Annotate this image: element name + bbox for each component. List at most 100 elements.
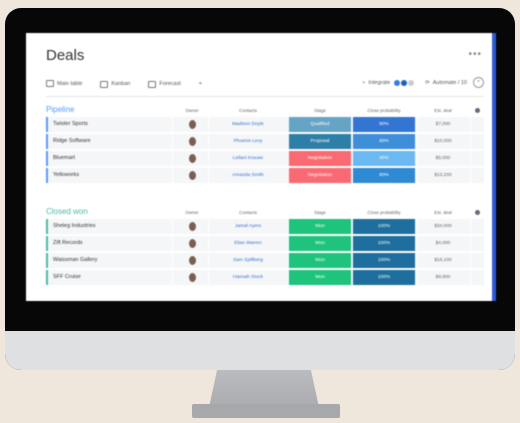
owner-avatar[interactable] [172, 117, 212, 132]
group-color-bar [46, 134, 48, 149]
table-row[interactable]: Twister Sports Madison Doyle Qualified 80% $… [46, 117, 484, 132]
column-header[interactable]: Est. deal [417, 108, 469, 113]
column-header[interactable]: Contacts [208, 108, 288, 113]
group-color-bar [46, 270, 48, 285]
cell-divider [417, 236, 418, 251]
add-column-icon[interactable] [470, 210, 484, 216]
cell-divider [417, 168, 418, 183]
close-probability[interactable]: 40% [353, 151, 415, 166]
contact-link[interactable]: Amanda Smith [208, 168, 288, 183]
stage-status[interactable]: Negotiation [289, 168, 351, 183]
close-probability[interactable]: 100% [353, 219, 415, 234]
contact-link[interactable]: Phoenix Levy [208, 134, 288, 149]
est-deal-value[interactable]: $18,100 [417, 253, 469, 268]
owner-avatar[interactable] [172, 134, 212, 149]
stage-status[interactable]: Negotiation [289, 151, 351, 166]
tab-forecast[interactable]: Forecast [148, 80, 181, 88]
owner-avatar[interactable] [172, 151, 212, 166]
contact-link[interactable]: Madison Doyle [208, 117, 288, 132]
close-probability[interactable]: 100% [353, 253, 415, 268]
contact-link[interactable]: Sam Spillberg [208, 253, 288, 268]
column-header[interactable]: Est. deal [417, 210, 469, 215]
stage-status[interactable]: Proposal [289, 134, 351, 149]
table-row[interactable]: Sheleg Industries Jamal Ayers Won 100% $34,0… [46, 219, 484, 234]
stage-status[interactable]: Won [289, 219, 351, 234]
close-probability[interactable]: 60% [353, 134, 415, 149]
cell-divider [172, 168, 173, 183]
kanban-icon [100, 80, 109, 88]
contact-link[interactable]: Hannah Stock [208, 270, 288, 285]
cell-divider [172, 270, 173, 285]
est-deal-value[interactable]: $7,000 [417, 117, 469, 132]
chevron-up-icon[interactable]: ^ [473, 77, 484, 88]
owner-avatar[interactable] [172, 253, 212, 268]
est-deal-value[interactable]: $9,800 [417, 270, 469, 285]
automate-button[interactable]: Automate / 10 [433, 80, 467, 86]
close-probability[interactable]: 80% [353, 117, 415, 132]
item-name[interactable]: Waissman Gallery [53, 257, 97, 263]
item-name[interactable]: Yelloworks [53, 172, 79, 178]
column-header[interactable]: Stage [289, 108, 351, 113]
close-probability[interactable]: 100% [353, 270, 415, 285]
column-header[interactable]: Close probability [353, 108, 415, 113]
column-header[interactable]: Owner [172, 108, 212, 113]
table-row[interactable]: Zift Records Elian Warren Won 100% $4,000 [46, 236, 484, 251]
item-name[interactable]: Ridge Software [53, 138, 91, 144]
cell-divider [208, 253, 209, 268]
toolbar: ⌁ Integrate ⟳ Automate / 10 ^ [362, 77, 484, 88]
table-row[interactable]: SFF Cruise Hannah Stock Won 100% $9,800 [46, 270, 484, 285]
group-color-bar [46, 219, 48, 234]
item-name[interactable]: SFF Cruise [53, 274, 81, 280]
cell-divider [172, 134, 173, 149]
chart-icon [148, 80, 157, 88]
stage-status[interactable]: Won [289, 270, 351, 285]
more-dots-icon[interactable]: ••• [468, 49, 482, 60]
owner-avatar[interactable] [172, 236, 212, 251]
stage-status[interactable]: Qualified [289, 117, 351, 132]
table-row[interactable]: Waissman Gallery Sam Spillberg Won 100% $18,… [46, 253, 484, 268]
est-deal-value[interactable]: $34,000 [417, 219, 469, 234]
close-probability[interactable]: 80% [353, 168, 415, 183]
stage-status[interactable]: Won [289, 253, 351, 268]
close-probability[interactable]: 100% [353, 236, 415, 251]
cell-divider [470, 253, 471, 268]
add-view-button[interactable]: + [199, 81, 202, 87]
item-name[interactable]: Bluemart [53, 155, 75, 161]
group-title[interactable]: Pipeline [46, 105, 74, 114]
column-header[interactable]: Stage [289, 210, 351, 215]
cell-divider [470, 168, 471, 183]
owner-avatar[interactable] [172, 270, 212, 285]
item-name[interactable]: Zift Records [53, 240, 83, 246]
est-deal-value[interactable]: $4,000 [417, 236, 469, 251]
cell-divider [470, 134, 471, 149]
contact-link[interactable]: Jamal Ayers [208, 219, 288, 234]
owner-avatar[interactable] [172, 168, 212, 183]
column-header[interactable]: Contacts [208, 210, 288, 215]
integrate-button[interactable]: Integrate [368, 80, 390, 86]
group-title[interactable]: Closed won [46, 207, 88, 216]
column-header[interactable]: Close probability [353, 210, 415, 215]
cell-divider [208, 117, 209, 132]
item-name[interactable]: Sheleg Industries [53, 223, 96, 229]
cell-divider [417, 134, 418, 149]
est-deal-value[interactable]: $10,000 [417, 134, 469, 149]
table-row[interactable]: Yelloworks Amanda Smith Negotiation 80% $13,… [46, 168, 484, 183]
tab-kanban[interactable]: Kanban [100, 80, 130, 88]
contact-link[interactable]: Elian Warren [208, 236, 288, 251]
stage-status[interactable]: Won [289, 236, 351, 251]
table-row[interactable]: Ridge Software Phoenix Levy Proposal 60% $10… [46, 134, 484, 149]
est-deal-value[interactable]: $13,200 [417, 168, 469, 183]
add-column-icon[interactable] [470, 108, 484, 114]
cell-divider [208, 236, 209, 251]
est-deal-value[interactable]: $5,000 [417, 151, 469, 166]
avatar [188, 256, 196, 265]
cell-divider [417, 151, 418, 166]
table-row[interactable]: Bluemart Leilani Krause Negotiation 40% $5,0… [46, 151, 484, 166]
owner-avatar[interactable] [172, 219, 212, 234]
avatar [188, 171, 196, 180]
item-name[interactable]: Twister Sports [53, 121, 88, 127]
tab-main-table[interactable]: Main table [46, 80, 82, 88]
view-tabs: Main table Kanban Forecast + [46, 77, 220, 91]
contact-link[interactable]: Leilani Krause [208, 151, 288, 166]
column-header[interactable]: Owner [172, 210, 212, 215]
